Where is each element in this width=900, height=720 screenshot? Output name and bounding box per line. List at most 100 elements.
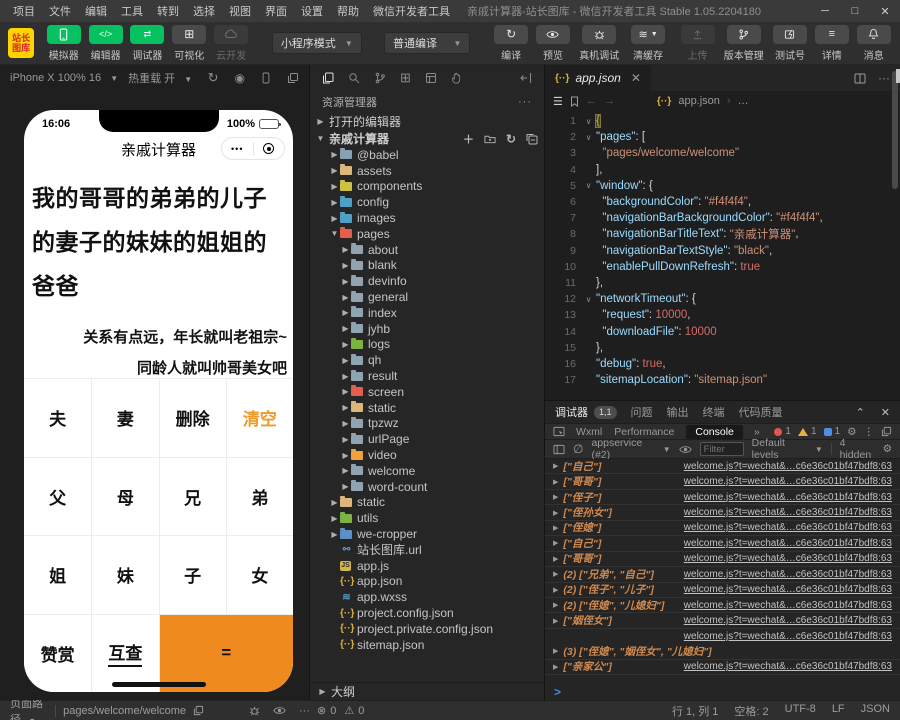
- tree-item[interactable]: ⚯站长图库.url: [310, 542, 544, 558]
- fold-icon[interactable]: ∨: [581, 117, 596, 126]
- expand-icon[interactable]: ▶: [553, 478, 558, 486]
- problems-indicator[interactable]: ⊗0 ⚠0: [317, 704, 364, 717]
- fold-icon[interactable]: ∨: [581, 181, 596, 190]
- collapse-sidebar-icon[interactable]: [520, 72, 532, 84]
- tree-item[interactable]: ▶welcome: [310, 463, 544, 479]
- keypad-key[interactable]: 妻: [91, 378, 158, 457]
- console-settings-icon[interactable]: ⚙: [883, 443, 892, 455]
- tree-item[interactable]: ▶jyhb: [310, 321, 544, 337]
- search-icon[interactable]: [348, 72, 360, 84]
- expand-icon[interactable]: ▶: [553, 524, 558, 532]
- tree-item[interactable]: ≋app.wxss: [310, 589, 544, 605]
- open-editors-section[interactable]: ▶打开的编辑器: [310, 113, 544, 130]
- log-source-link[interactable]: welcome.js?t=wechat&…c6e36c01bf47bdf8:63: [684, 507, 892, 518]
- tree-item[interactable]: ▶images: [310, 210, 544, 226]
- clear-cache-button[interactable]: ≋▼ 清缓存: [627, 25, 669, 62]
- devtools-menu-icon[interactable]: ⋮: [864, 426, 875, 438]
- eye-icon[interactable]: [273, 706, 286, 715]
- log-source-link[interactable]: welcome.js?t=wechat&…c6e36c01bf47bdf8:63: [684, 461, 892, 472]
- collapse-all-icon[interactable]: [526, 133, 538, 145]
- equals-key[interactable]: =: [159, 614, 294, 693]
- statusbar-more-icon[interactable]: ···: [299, 705, 310, 717]
- keypad-key[interactable]: 妹: [91, 535, 158, 614]
- mode-select[interactable]: 小程序模式▼: [272, 32, 362, 54]
- collapse-panel-icon[interactable]: ⌃: [856, 406, 865, 419]
- console-row[interactable]: ▶["自己"]welcome.js?t=wechat&…c6e36c01bf47…: [545, 536, 900, 551]
- status-segment[interactable]: LF: [832, 703, 845, 719]
- visualize-button[interactable]: ⊞ 可视化: [171, 25, 208, 62]
- keypad-key[interactable]: 互查: [91, 614, 158, 693]
- keypad-key[interactable]: 删除: [159, 378, 226, 457]
- console-row[interactable]: ▶["自己"]welcome.js?t=wechat&…c6e36c01bf47…: [545, 459, 900, 474]
- console-row[interactable]: ▶(3) ["侄媳", "姻侄女", "儿媳妇"]: [545, 644, 900, 659]
- tree-item[interactable]: ▶qh: [310, 352, 544, 368]
- test-account-button[interactable]: 测试号: [772, 25, 809, 62]
- console-row[interactable]: ▶["侄孙女"]welcome.js?t=wechat&…c6e36c01bf4…: [545, 505, 900, 520]
- clear-console-icon[interactable]: ∅: [573, 442, 583, 456]
- console-row[interactable]: ▶["哥哥"]welcome.js?t=wechat&…c6e36c01bf47…: [545, 552, 900, 567]
- editor-button[interactable]: </> 编辑器: [87, 25, 124, 62]
- tree-item[interactable]: ▶about: [310, 242, 544, 258]
- console-row[interactable]: ▶["哥哥"]welcome.js?t=wechat&…c6e36c01bf47…: [545, 474, 900, 489]
- outline-section[interactable]: ▶大纲: [310, 682, 544, 700]
- tree-item[interactable]: ▶@babel: [310, 147, 544, 163]
- log-source-link[interactable]: welcome.js?t=wechat&…c6e36c01bf47bdf8:63: [684, 615, 892, 626]
- menu-item-设置[interactable]: 设置: [294, 3, 330, 19]
- tree-item[interactable]: ▶config: [310, 194, 544, 210]
- log-source-link[interactable]: welcome.js?t=wechat&…c6e36c01bf47bdf8:63: [684, 538, 892, 549]
- tree-item[interactable]: {··}project.config.json: [310, 605, 544, 621]
- expand-icon[interactable]: ▶: [553, 509, 558, 517]
- restart-icon[interactable]: ↻: [208, 70, 219, 86]
- debug-tab-调试器[interactable]: 调试器: [555, 404, 588, 420]
- files-icon[interactable]: [322, 72, 334, 84]
- editor-scrollbar[interactable]: [892, 71, 898, 189]
- log-source-link[interactable]: welcome.js?t=wechat&…c6e36c01bf47bdf8:63: [684, 569, 892, 580]
- menu-item-微信开发者工具[interactable]: 微信开发者工具: [366, 3, 457, 19]
- tree-item[interactable]: {··}app.json: [310, 574, 544, 590]
- keypad-key[interactable]: 清空: [226, 378, 293, 457]
- hand-tool-icon[interactable]: [451, 72, 462, 84]
- console-row[interactable]: ▶["姻侄女"]welcome.js?t=wechat&…c6e36c01bf4…: [545, 613, 900, 628]
- log-source-link[interactable]: welcome.js?t=wechat&…c6e36c01bf47bdf8:63: [684, 600, 892, 611]
- expand-icon[interactable]: ▶: [553, 601, 558, 609]
- tab-app-json[interactable]: {··} app.json ✕: [545, 65, 651, 91]
- keypad-key[interactable]: 夫: [24, 378, 91, 457]
- menu-item-帮助[interactable]: 帮助: [330, 3, 366, 19]
- filter-input[interactable]: [700, 442, 744, 456]
- more-menu-button[interactable]: •••: [222, 144, 253, 154]
- expand-icon[interactable]: ▶: [553, 539, 558, 547]
- console-prompt[interactable]: >: [545, 684, 900, 700]
- console-row[interactable]: welcome.js?t=wechat&…c6e36c01bf47bdf8:63: [545, 629, 900, 644]
- menu-item-编辑[interactable]: 编辑: [78, 3, 114, 19]
- tree-item[interactable]: ▶word-count: [310, 479, 544, 495]
- fold-icon[interactable]: ∨: [581, 295, 596, 304]
- undock-icon[interactable]: [881, 426, 892, 437]
- project-section[interactable]: ▼亲戚计算器 ＋ ↻: [310, 130, 544, 147]
- tree-item[interactable]: ▶blank: [310, 258, 544, 274]
- device-frame-icon[interactable]: [261, 72, 271, 84]
- hot-reload-toggle[interactable]: 热重载 开 ▼: [128, 70, 192, 86]
- expand-icon[interactable]: ▶: [553, 647, 558, 655]
- storage-icon[interactable]: [425, 72, 437, 84]
- tree-item[interactable]: ▶we-cropper: [310, 526, 544, 542]
- more-actions-icon[interactable]: ···: [518, 96, 532, 108]
- expand-icon[interactable]: ▶: [553, 617, 558, 625]
- error-count[interactable]: 1: [774, 426, 791, 437]
- copy-path-icon[interactable]: [193, 705, 204, 716]
- tree-item[interactable]: {··}project.private.config.json: [310, 621, 544, 637]
- log-source-link[interactable]: welcome.js?t=wechat&…c6e36c01bf47bdf8:63: [684, 522, 892, 533]
- multi-window-icon[interactable]: [287, 72, 299, 84]
- expand-icon[interactable]: ▶: [553, 663, 558, 671]
- console-row[interactable]: ▶(2) ["侄媳", "儿媳妇"]welcome.js?t=wechat&…c…: [545, 598, 900, 613]
- messages-button[interactable]: 消息: [855, 25, 892, 62]
- new-folder-icon[interactable]: [484, 134, 496, 144]
- device-select[interactable]: iPhone X 100% 16 ▼: [10, 72, 118, 84]
- tree-item[interactable]: ▶devinfo: [310, 273, 544, 289]
- status-segment[interactable]: 行 1, 列 1: [672, 703, 718, 719]
- warning-count[interactable]: 1: [798, 426, 817, 437]
- menu-item-文件[interactable]: 文件: [42, 3, 78, 19]
- compile-button[interactable]: ↻ 编译: [493, 25, 530, 62]
- code-area[interactable]: 1∨{2∨"pages": [3 "pages/welcome/welcome"…: [545, 111, 900, 400]
- expand-icon[interactable]: ▶: [553, 586, 558, 594]
- record-icon[interactable]: ◉: [235, 71, 245, 85]
